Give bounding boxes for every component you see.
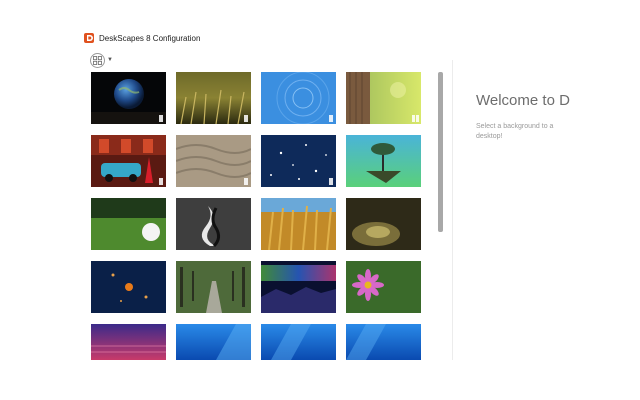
thumbnail-dry-grass-sunlight[interactable]: [346, 198, 421, 250]
thumbnail-black-white-wave[interactable]: [176, 198, 251, 250]
video-badge-icon: [327, 178, 334, 185]
thumbnail-planets-blue[interactable]: [91, 261, 166, 313]
pane-divider: [452, 60, 453, 360]
chevron-down-icon: ▼: [107, 57, 113, 63]
thumbnail-golf-ball[interactable]: [91, 198, 166, 250]
thumbnail-pink-daisy[interactable]: [346, 261, 421, 313]
thumbnail-floating-island[interactable]: [346, 135, 421, 187]
thumbnail-red-car-street[interactable]: [91, 135, 166, 187]
title-bar: DeskScapes 8 Configuration: [84, 30, 200, 46]
video-badge-icon: [157, 115, 164, 122]
view-options-icon: [90, 52, 105, 68]
thumbnail-earth-space[interactable]: [91, 72, 166, 124]
thumbnail-blue-swirl[interactable]: [261, 72, 336, 124]
thumbnail-windows-blue-1[interactable]: [176, 324, 251, 360]
gallery-scrollbar-thumb[interactable]: [438, 72, 443, 232]
thumbnail-night-stars[interactable]: [261, 135, 336, 187]
thumbnail-aurora-lake[interactable]: [261, 261, 336, 313]
thumbnail-golden-grass[interactable]: [176, 72, 251, 124]
view-options-button[interactable]: ▼: [90, 52, 113, 68]
deskscapes-app-icon: [84, 33, 94, 43]
thumbnail-tree-lined-road[interactable]: [176, 261, 251, 313]
video-badge-icon: [157, 178, 164, 185]
thumbnail-windows-blue-3[interactable]: [346, 324, 421, 360]
thumbnail-tree-trunk-bokeh[interactable]: [346, 72, 421, 124]
thumbnail-sand-ripples[interactable]: [176, 135, 251, 187]
video-badge-icon: [412, 115, 419, 122]
window-title: DeskScapes 8 Configuration: [99, 33, 201, 43]
thumbnail-purple-streaks[interactable]: [91, 324, 166, 360]
details-pane: Welcome to D Select a background to a de…: [454, 60, 640, 360]
thumbnail-wheat-field[interactable]: [261, 198, 336, 250]
welcome-heading: Welcome to D: [476, 92, 570, 109]
welcome-subtext: Select a background to a desktop!: [476, 123, 554, 140]
video-badge-icon: [242, 178, 249, 185]
video-badge-icon: [242, 115, 249, 122]
video-badge-icon: [327, 115, 334, 122]
thumbnail-windows-blue-2[interactable]: [261, 324, 336, 360]
